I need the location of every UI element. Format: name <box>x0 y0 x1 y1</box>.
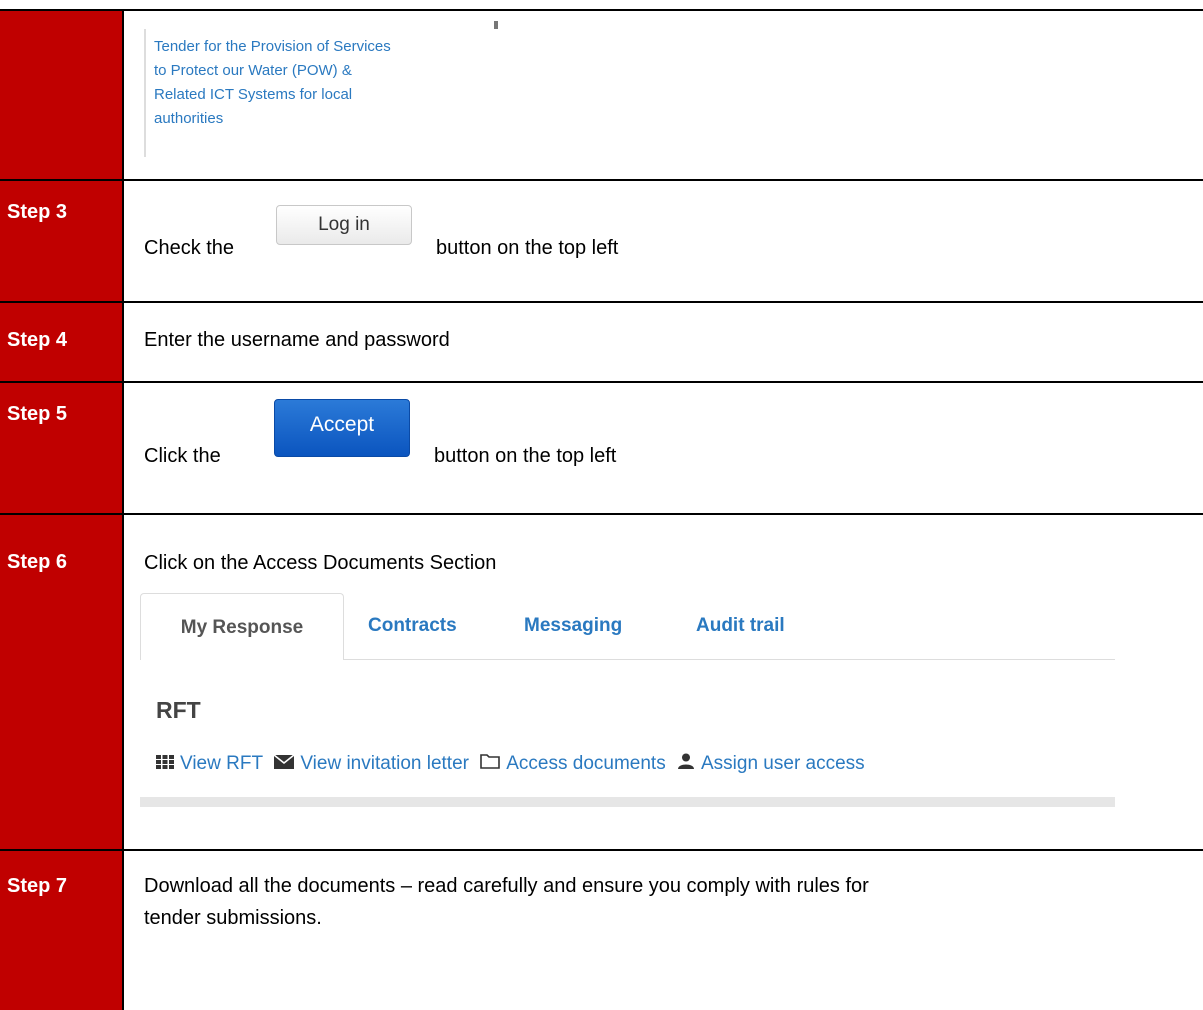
rft-action-links: View RFT View invitation letter Access d… <box>156 753 871 775</box>
step-label: Step 4 <box>7 329 68 351</box>
accept-button[interactable]: Accept <box>274 399 410 457</box>
step-text: Check the <box>144 237 235 259</box>
step-text: Click on the Access Documents Section <box>144 552 497 574</box>
portal-tabs: My Response Contracts Messaging Audit tr… <box>140 593 1115 663</box>
rft-heading: RFT <box>156 697 201 723</box>
tender-title-line: authorities <box>154 110 224 127</box>
content-cell: Check the Log in button on the top left <box>126 181 1203 301</box>
content-cell: Tender for the Provision of Services to … <box>126 11 1203 179</box>
step-cell <box>0 11 124 179</box>
content-cell: Download all the documents – read carefu… <box>126 851 1203 1010</box>
step-label: Step 5 <box>7 403 68 425</box>
step-label: Step 6 <box>7 551 68 573</box>
content-cell: Click on the Access Documents Section My… <box>126 515 1203 849</box>
tender-title[interactable]: Tender for the Provision of Services to … <box>154 35 514 131</box>
user-icon <box>677 753 695 775</box>
step-cell: Step 4 <box>0 303 124 381</box>
folder-icon <box>480 753 501 775</box>
step-cell: Step 7 <box>0 851 124 1010</box>
view-invitation-letter-link[interactable]: View invitation letter <box>300 753 469 774</box>
steps-table: Tender for the Provision of Services to … <box>0 0 1203 1010</box>
step-text: tender submissions. <box>144 907 322 929</box>
step-text: Enter the username and password <box>144 329 450 351</box>
assign-user-access-link[interactable]: Assign user access <box>701 753 865 774</box>
step-label: Step 7 <box>7 875 68 897</box>
card-border <box>144 29 146 157</box>
table-row: Step 5 Click the Accept button on the to… <box>0 383 1203 513</box>
tab-audit-trail[interactable]: Audit trail <box>696 593 785 659</box>
tender-title-line: to Protect our Water (POW) & <box>154 62 352 79</box>
step-cell: Step 5 <box>0 383 124 513</box>
table-row: Tender for the Provision of Services to … <box>0 11 1203 179</box>
step-text: Download all the documents – read carefu… <box>144 875 869 897</box>
table-row: Step 4 Enter the username and password <box>0 303 1203 381</box>
tab-messaging[interactable]: Messaging <box>524 593 622 659</box>
divider-bar <box>140 797 1115 807</box>
access-documents-link[interactable]: Access documents <box>506 753 665 774</box>
content-cell: Click the Accept button on the top left <box>126 383 1203 513</box>
step-text: Click the <box>144 445 221 467</box>
step-text: button on the top left <box>436 237 619 259</box>
tab-contracts[interactable]: Contracts <box>368 593 457 659</box>
step-cell: Step 3 <box>0 181 124 301</box>
card-marker <box>494 21 498 29</box>
tab-my-response[interactable]: My Response <box>140 593 344 660</box>
content-cell: Enter the username and password <box>126 303 1203 381</box>
tender-title-line: Tender for the Provision of Services <box>154 38 391 55</box>
view-rft-link[interactable]: View RFT <box>180 753 263 774</box>
tender-title-line: Related ICT Systems for local <box>154 86 353 103</box>
step-text: button on the top left <box>434 445 617 467</box>
envelope-icon <box>273 753 295 775</box>
table-row: Step 7 Download all the documents – read… <box>0 851 1203 1010</box>
step-label: Step 3 <box>7 201 68 223</box>
table-row: Step 6 Click on the Access Documents Sec… <box>0 515 1203 849</box>
step-cell: Step 6 <box>0 515 124 849</box>
grid-icon <box>156 753 174 775</box>
table-row: Step 3 Check the Log in button on the to… <box>0 181 1203 301</box>
login-button[interactable]: Log in <box>276 205 412 245</box>
